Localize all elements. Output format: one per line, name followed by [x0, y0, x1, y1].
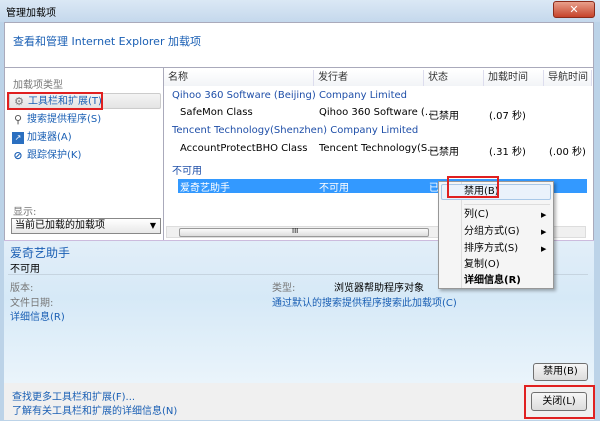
learn-more-link[interactable]: 了解有关工具栏和扩展的详细信息(N) — [12, 402, 177, 417]
row-load-time: (.31 秒) — [489, 147, 526, 158]
block-icon: ⊘ — [13, 149, 23, 162]
show-dropdown[interactable]: 当前已加载的加载项 ▼ — [11, 218, 161, 234]
date-label: 文件日期: — [10, 298, 54, 309]
row-publisher: Tencent Technology(S... — [319, 143, 437, 154]
sidebar-item-label: 跟踪保护(K) — [27, 150, 82, 161]
page-title: 查看和管理 Internet Explorer 加载项 — [13, 35, 201, 48]
row-name: 爱奇艺助手 — [180, 183, 230, 194]
row-publisher: 不可用 — [319, 183, 349, 194]
menu-item-columns[interactable]: 列(C) — [464, 207, 489, 223]
menu-item-sort-by[interactable]: 排序方式(S) — [464, 241, 518, 257]
sidebar-item-label: 搜索提供程序(S) — [27, 114, 102, 125]
group-name: Tencent Technology(Shenzhen) Company Lim… — [172, 125, 419, 136]
row-nav-time: (.00 秒) — [549, 147, 586, 158]
column-nav-time[interactable]: 导航时间 — [544, 70, 592, 86]
type-label: 类型: — [272, 283, 296, 294]
sidebar-item-search[interactable]: ⚲ 搜索提供程序(S) — [9, 112, 161, 128]
highlight-box — [524, 385, 595, 419]
search-icon: ⚲ — [13, 113, 23, 126]
details-subtitle: 不可用 — [10, 264, 40, 275]
disable-button[interactable]: 禁用(B) — [533, 363, 588, 381]
sidebar-item-label: 加速器(A) — [27, 132, 72, 143]
group-name: 不可用 — [172, 166, 202, 177]
row-publisher: Qihoo 360 Software (... — [319, 107, 435, 118]
table-row[interactable]: AccountProtectBHO Class Tencent Technolo… — [164, 143, 592, 158]
column-publisher[interactable]: 发行者 — [314, 70, 424, 86]
window-title: 管理加载项 — [6, 8, 56, 19]
row-name: SafeMon Class — [180, 107, 253, 118]
highlight-box — [447, 176, 499, 198]
window-close-button[interactable]: ✕ — [553, 1, 595, 18]
row-name: AccountProtectBHO Class — [180, 143, 308, 154]
version-label: 版本: — [10, 283, 34, 294]
header: 查看和管理 Internet Explorer 加载项 — [4, 22, 594, 68]
chevron-down-icon: ▼ — [149, 221, 156, 230]
details-title: 爱奇艺助手 — [10, 246, 71, 260]
sidebar: 加载项类型 ⚙ 工具栏和扩展(T) ⚲ 搜索提供程序(S) ↗ 加速器(A) ⊘ 跟踪保… — [4, 68, 163, 240]
type-value: 浏览器帮助程序对象 — [334, 283, 424, 294]
submenu-arrow-icon: ▶ — [541, 211, 547, 219]
scrollbar-thumb[interactable]: III — [179, 227, 429, 237]
more-info-link[interactable]: 详细信息(R) — [10, 308, 65, 323]
row-status: 已禁用 — [429, 147, 459, 158]
addon-types-label: 加载项类型 — [13, 80, 63, 91]
column-load-time[interactable]: 加载时间 — [484, 70, 544, 86]
row-load-time: (.07 秒) — [489, 111, 526, 122]
sidebar-item-accelerators[interactable]: ↗ 加速器(A) — [9, 130, 161, 146]
search-addon-link[interactable]: 通过默认的搜索提供程序搜索此加载项(C) — [272, 294, 457, 309]
menu-separator — [464, 204, 550, 205]
find-more-link[interactable]: 查找更多工具栏和扩展(F)... — [12, 388, 135, 403]
row-status: 已禁用 — [429, 111, 459, 122]
grip-icon: III — [292, 227, 299, 235]
menu-item-group-by[interactable]: 分组方式(G) — [464, 224, 520, 240]
footer: 查找更多工具栏和扩展(F)... 了解有关工具栏和扩展的详细信息(N) 关闭(L… — [4, 383, 595, 420]
group-header[interactable]: Qihoo 360 Software (Beijing) Company Lim… — [172, 90, 592, 101]
group-header[interactable]: 不可用 — [172, 162, 592, 177]
highlight-box — [7, 92, 103, 110]
group-header[interactable]: Tencent Technology(Shenzhen) Company Lim… — [172, 125, 592, 136]
submenu-arrow-icon: ▶ — [541, 245, 547, 253]
menu-item-copy[interactable]: 复制(O) — [464, 257, 500, 273]
title-bar: 管理加载项 ✕ — [0, 0, 600, 22]
show-label: 显示: — [13, 207, 37, 218]
submenu-arrow-icon: ▶ — [541, 228, 547, 236]
menu-item-details[interactable]: 详细信息(R) — [464, 273, 521, 289]
column-status[interactable]: 状态 — [424, 70, 484, 86]
group-name: Qihoo 360 Software (Beijing) Company Lim… — [172, 90, 407, 101]
table-row[interactable]: SafeMon Class Qihoo 360 Software (... 已禁… — [164, 107, 592, 122]
show-value: 当前已加载的加载项 — [15, 220, 105, 231]
column-name[interactable]: 名称 — [164, 70, 314, 86]
accelerator-icon: ↗ — [12, 132, 24, 144]
sidebar-item-tracking[interactable]: ⊘ 跟踪保护(K) — [9, 148, 161, 164]
